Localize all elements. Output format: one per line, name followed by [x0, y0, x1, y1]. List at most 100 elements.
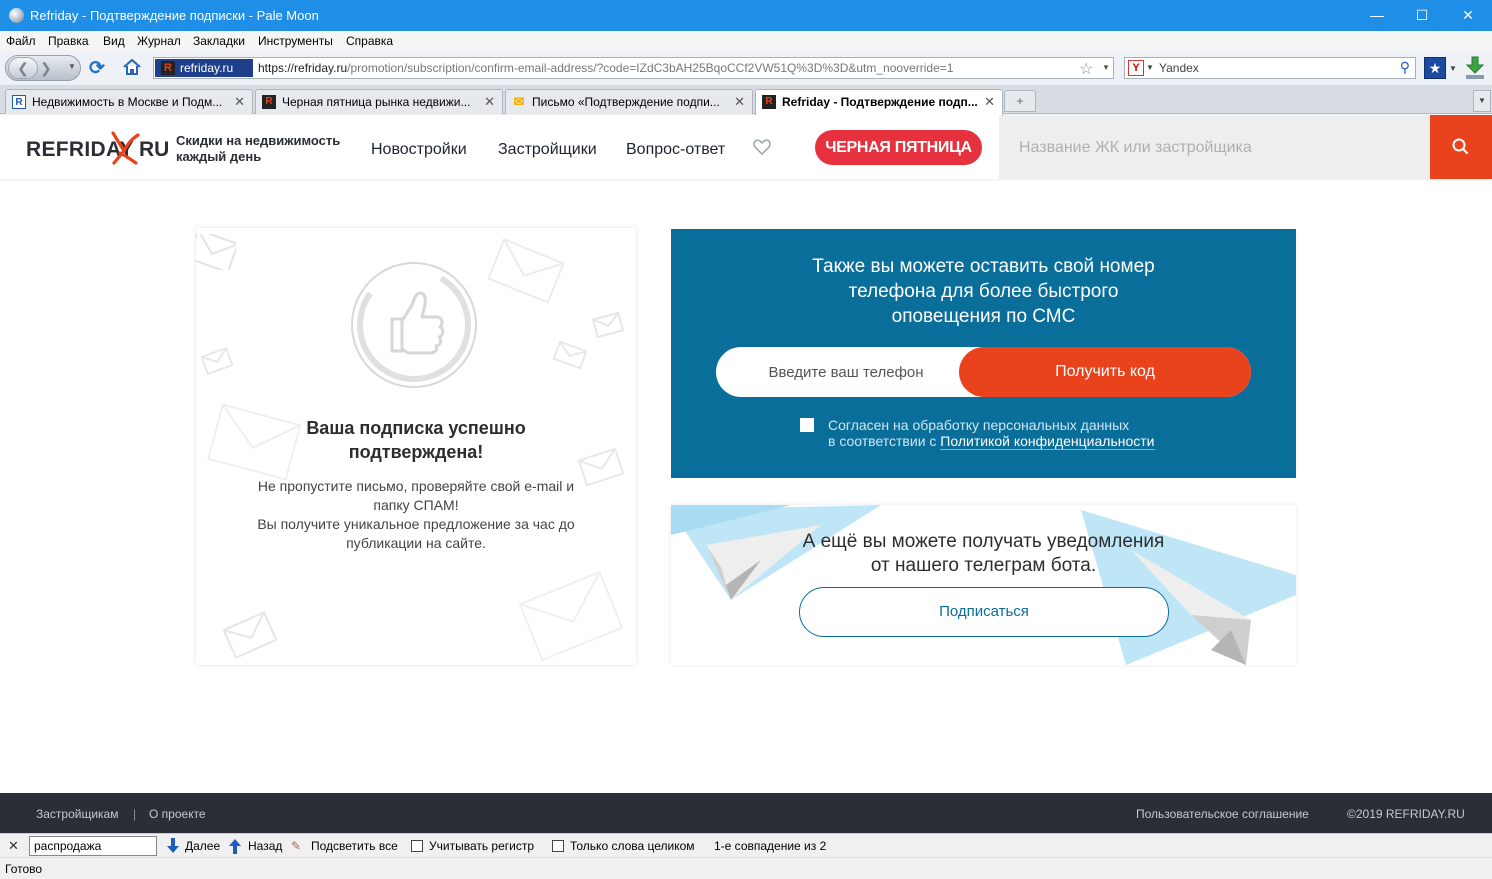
footer-terms-link[interactable]: Пользовательское соглашение — [1136, 807, 1309, 821]
page-viewport: REFRIDAY RU Скидки на недвижимость кажды… — [0, 115, 1492, 833]
download-icon[interactable] — [1463, 55, 1487, 81]
find-status: 1-е совпадение из 2 — [714, 839, 827, 853]
footer-about-link[interactable]: О проекте — [149, 807, 206, 821]
tab-close-icon[interactable]: ✕ — [234, 94, 245, 110]
consent-checkbox[interactable] — [800, 418, 814, 432]
telegram-bot-card: А ещё вы можете получать уведомления от … — [671, 505, 1296, 665]
maximize-button[interactable]: ☐ — [1399, 0, 1445, 31]
url-text[interactable]: https://refriday.ru/promotion/subscripti… — [258, 61, 953, 75]
palemoon-icon — [9, 8, 24, 23]
nav-novostroyki[interactable]: Новостройки — [371, 141, 467, 159]
mail-icon: ✉ — [513, 94, 525, 109]
find-next-button[interactable]: Далее — [185, 839, 220, 853]
tab-label: Черная пятница рынка недвижи... — [282, 95, 471, 109]
tagline: Скидки на недвижимость каждый день — [176, 133, 341, 164]
close-button[interactable]: ✕ — [1445, 0, 1491, 31]
site-footer: Застройщикам | О проекте Пользовательско… — [0, 793, 1492, 833]
tab-label: Письмо «Подтверждение подпи... — [532, 95, 720, 109]
envelope-decor-icon — [552, 340, 588, 370]
arrow-up-icon[interactable] — [228, 838, 242, 854]
site-search-input[interactable]: Название ЖК или застройщика — [999, 115, 1430, 179]
envelope-decor-icon — [200, 346, 234, 376]
tab-refriday-active[interactable]: R Refriday - Подтверждение подп... ✕ — [755, 89, 1003, 115]
yandex-icon[interactable]: Y — [1128, 60, 1144, 76]
privacy-policy-link[interactable]: Политикой конфиденциальности — [940, 433, 1155, 450]
navigation-toolbar: ❮ ❯ ▼ ⟳ R refriday.ru https://refriday.r… — [0, 51, 1492, 86]
find-input[interactable]: распродажа — [29, 836, 157, 856]
menu-bookmarks[interactable]: Закладки — [193, 34, 245, 48]
refriday-logo[interactable]: REFRIDAY RU — [26, 129, 169, 165]
phone-input[interactable] — [716, 347, 976, 397]
whole-words-label[interactable]: Только слова целиком — [570, 839, 695, 853]
menu-tools[interactable]: Инструменты — [258, 34, 333, 48]
footer-developers-link[interactable]: Застройщикам — [36, 807, 118, 821]
bookmarks-dropdown-icon[interactable]: ▼ — [1449, 64, 1457, 73]
close-find-icon[interactable]: ✕ — [8, 838, 19, 854]
new-tab-plus-icon[interactable]: + — [1004, 90, 1036, 112]
url-bar[interactable]: R refriday.ru https://refriday.ru/promot… — [153, 57, 1114, 79]
bookmark-star-icon[interactable]: ☆ — [1079, 59, 1093, 79]
back-button[interactable]: ❮ — [8, 57, 38, 79]
tab-favicon-icon: R — [762, 95, 776, 109]
phone-form: Получить код — [716, 347, 1251, 397]
arrow-down-icon[interactable] — [166, 838, 180, 854]
menu-view[interactable]: Вид — [103, 34, 125, 48]
tab-label: Refriday - Подтверждение подп... — [782, 95, 978, 109]
bookmarks-icon[interactable]: ★ — [1424, 57, 1446, 79]
forward-button[interactable]: ❯ — [40, 60, 52, 77]
envelope-decor-icon — [592, 312, 624, 338]
url-dropdown-icon[interactable]: ▼ — [1102, 63, 1110, 72]
consent-label: Согласен на обработку персональных данны… — [828, 417, 1155, 450]
tab-close-icon[interactable]: ✕ — [734, 94, 745, 110]
highlight-all-button[interactable]: Подсветить все — [311, 839, 398, 853]
footer-copyright: ©2019 REFRIDAY.RU — [1347, 807, 1465, 821]
menu-edit[interactable]: Правка — [48, 34, 89, 48]
black-friday-button[interactable]: ЧЕРНАЯ ПЯТНИЦА — [815, 130, 982, 165]
envelope-decor-icon — [487, 238, 565, 304]
search-bar[interactable]: Y ▼ Yandex ⚲ — [1124, 57, 1416, 79]
search-icon[interactable]: ⚲ — [1400, 59, 1410, 76]
find-bar: ✕ распродажа Далее Назад ✎ Подсветить вс… — [0, 833, 1492, 857]
match-case-label[interactable]: Учитывать регистр — [429, 839, 534, 853]
get-code-button[interactable]: Получить код — [959, 347, 1251, 397]
envelope-decor-icon — [518, 570, 624, 662]
tab-list-dropdown-icon[interactable]: ▼ — [1473, 90, 1491, 112]
menu-history[interactable]: Журнал — [137, 34, 181, 48]
status-bar: Готово — [0, 857, 1492, 879]
match-case-checkbox[interactable] — [411, 840, 423, 852]
envelope-decor-icon — [222, 611, 278, 659]
sms-heading: Также вы можете оставить свой номер теле… — [812, 256, 1155, 327]
history-dropdown-icon[interactable]: ▼ — [68, 62, 76, 71]
reload-icon[interactable]: ⟳ — [89, 57, 105, 80]
tab-letter[interactable]: ✉ Письмо «Подтверждение подпи... ✕ — [505, 89, 753, 114]
tab-close-icon[interactable]: ✕ — [984, 94, 995, 110]
refriday-favicon: R — [161, 61, 175, 75]
whole-words-checkbox[interactable] — [552, 840, 564, 852]
search-icon — [1452, 138, 1469, 155]
tab-black-friday[interactable]: R Черная пятница рынка недвижи... ✕ — [255, 89, 503, 114]
thumbs-up-icon — [351, 262, 477, 388]
tab-favicon-icon: R — [262, 95, 276, 109]
nav-faq[interactable]: Вопрос-ответ — [626, 141, 725, 159]
menu-help[interactable]: Справка — [346, 34, 393, 48]
site-identity-button[interactable]: R refriday.ru — [155, 59, 253, 77]
nav-developers[interactable]: Застройщики — [498, 141, 597, 159]
tab-close-icon[interactable]: ✕ — [484, 94, 495, 110]
menu-file[interactable]: Файл — [6, 34, 36, 48]
back-forward-group: ❮ ❯ ▼ — [5, 55, 81, 81]
tab-nedvizhimost[interactable]: R Недвижимость в Москве и Подм... ✕ — [5, 89, 253, 114]
confirmation-heading: Ваша подписка успешно подтверждена! — [306, 418, 526, 462]
minimize-button[interactable]: — — [1354, 0, 1400, 31]
search-engine-dropdown-icon[interactable]: ▼ — [1146, 63, 1154, 72]
subscribe-button[interactable]: Подписаться — [799, 587, 1169, 637]
find-prev-button[interactable]: Назад — [248, 839, 282, 853]
site-search-button[interactable] — [1430, 115, 1492, 179]
site-header: REFRIDAY RU Скидки на недвижимость кажды… — [0, 115, 1492, 179]
home-icon[interactable] — [122, 57, 142, 77]
search-engine-name: Yandex — [1159, 61, 1199, 75]
highlight-pen-icon: ✎ — [291, 839, 302, 853]
confirmation-text: Не пропустите письмо, проверяйте свой e-… — [257, 478, 575, 551]
window-title: Refriday - Подтверждение подписки - Pale… — [30, 8, 319, 23]
subscription-confirmed-card: Ваша подписка успешно подтверждена! Не п… — [196, 228, 636, 665]
favorites-heart-icon[interactable] — [753, 139, 771, 155]
